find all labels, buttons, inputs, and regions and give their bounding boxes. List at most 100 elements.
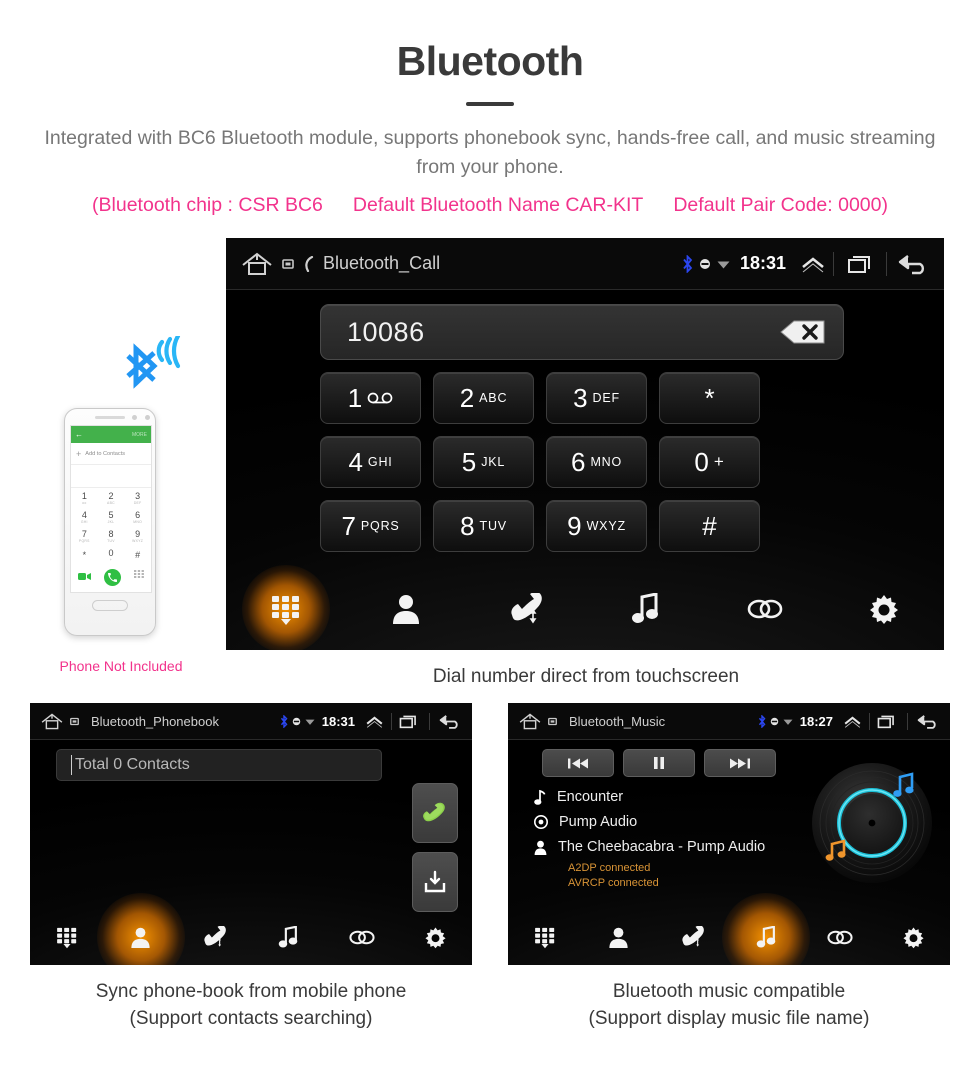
gear-icon <box>902 926 925 949</box>
nav-keypad[interactable] <box>226 568 346 650</box>
bluetooth-status-icon <box>682 254 693 273</box>
next-track-button[interactable] <box>704 749 776 777</box>
phonebook-side-buttons <box>412 783 458 912</box>
music-metadata: Encounter Pump Audio The Cheebacabra - P… <box>534 789 765 890</box>
phone-app-bar: ← MORE <box>71 426 151 443</box>
previous-track-icon <box>567 757 589 770</box>
phone-action-row <box>71 564 151 590</box>
nav-call-log[interactable] <box>177 909 251 965</box>
key-0[interactable]: 0 + <box>659 436 760 488</box>
key-2[interactable]: 2 ABC <box>433 372 534 424</box>
bluetooth-phonebook-screen: Bluetooth_Phonebook 18:31 Total 0 Contac… <box>30 703 472 965</box>
pause-button[interactable] <box>623 749 695 777</box>
home-icon[interactable] <box>518 712 542 731</box>
key-star[interactable]: * <box>659 372 760 424</box>
music-nav-bar <box>508 909 950 965</box>
page-header: Bluetooth Integrated with BC6 Bluetooth … <box>0 0 980 217</box>
phonebook-nav-bar <box>30 909 472 965</box>
nav-music[interactable] <box>585 568 705 650</box>
bluetooth-music-screen: Bluetooth_Music 18:27 Encounter Pump Aud… <box>508 703 950 965</box>
nav-pair[interactable] <box>705 568 825 650</box>
album-row: Pump Audio <box>534 814 765 830</box>
key-6[interactable]: 6 MNO <box>546 436 647 488</box>
recents-icon[interactable] <box>399 714 418 729</box>
home-icon[interactable] <box>40 712 64 731</box>
bluetooth-call-screen: Bluetooth_Call 18:31 10086 1 2 ABC 3 DEF… <box>226 238 944 650</box>
artist-person-icon <box>534 840 547 855</box>
screenshot-icon[interactable] <box>70 717 79 726</box>
call-history-icon <box>508 593 542 625</box>
key-5[interactable]: 5 JKL <box>433 436 534 488</box>
screenshot-icon[interactable] <box>548 717 557 726</box>
screenshot-icon[interactable] <box>282 258 294 270</box>
music-status-bar: Bluetooth_Music 18:27 <box>508 703 950 740</box>
back-icon[interactable] <box>439 713 462 730</box>
chevron-up-icon[interactable] <box>843 714 862 729</box>
nav-music[interactable] <box>251 909 325 965</box>
nav-call-log[interactable] <box>655 909 729 965</box>
phone-more-label: MORE <box>132 431 147 438</box>
nav-call-log[interactable] <box>465 568 585 650</box>
gear-icon <box>424 926 447 949</box>
music-caption-line2: (Support display music file name) <box>588 1008 870 1029</box>
nav-settings[interactable] <box>824 568 944 650</box>
key-1[interactable]: 1 <box>320 372 421 424</box>
chevron-up-icon[interactable] <box>365 714 384 729</box>
contacts-search-input[interactable]: Total 0 Contacts <box>56 749 382 781</box>
back-icon[interactable] <box>917 713 940 730</box>
key-4[interactable]: 4 GHI <box>320 436 421 488</box>
previous-track-button[interactable] <box>542 749 614 777</box>
dialed-number-field[interactable]: 10086 <box>320 304 844 360</box>
chevron-up-icon[interactable] <box>800 254 826 274</box>
back-icon[interactable] <box>898 252 930 276</box>
wifi-icon <box>717 258 730 270</box>
nav-settings[interactable] <box>398 909 472 965</box>
contact-icon <box>130 926 151 949</box>
key-9[interactable]: 9 WXYZ <box>546 500 647 552</box>
phone-video-call-icon <box>77 568 91 586</box>
key-hash[interactable]: # <box>659 500 760 552</box>
nav-contacts[interactable] <box>582 909 656 965</box>
nav-music[interactable] <box>729 909 803 965</box>
recents-icon[interactable] <box>847 254 873 274</box>
title-underline <box>466 102 514 106</box>
nav-contacts[interactable] <box>346 568 466 650</box>
status-divider <box>391 712 392 730</box>
phone-screen: ← MORE + Add to Contacts 1 oo 2 ABC 3 DEF 4… <box>70 425 152 593</box>
phone-handset-icon <box>302 255 315 272</box>
backspace-icon[interactable] <box>779 318 827 346</box>
key-3[interactable]: 3 DEF <box>546 372 647 424</box>
nav-pair[interactable] <box>803 909 877 965</box>
key-8[interactable]: 8 TUV <box>433 500 534 552</box>
keypad-row: 1 2 ABC 3 DEF * <box>320 372 760 424</box>
nav-keypad[interactable] <box>30 909 104 965</box>
key-7[interactable]: 7 PQRS <box>320 500 421 552</box>
call-button[interactable] <box>412 783 458 843</box>
phone-earpiece <box>95 415 150 420</box>
download-contacts-button[interactable] <box>412 852 458 912</box>
phone-key: 1 oo <box>81 490 87 505</box>
nav-keypad[interactable] <box>508 909 582 965</box>
nav-settings[interactable] <box>876 909 950 965</box>
status-divider-2 <box>886 251 887 276</box>
avrcp-status: AVRCP connected <box>568 876 659 889</box>
phone-add-contact-label: Add to Contacts <box>85 450 126 457</box>
bluetooth-wireless-icon <box>120 333 194 399</box>
nav-pair[interactable] <box>325 909 399 965</box>
music-title: Bluetooth_Music <box>569 713 666 729</box>
status-divider-2 <box>429 712 430 730</box>
music-note-icon <box>756 925 776 949</box>
phonebook-caption-line2: (Support contacts searching) <box>129 1008 373 1029</box>
home-icon[interactable] <box>240 251 274 277</box>
spec-pair-code: Default Pair Code: 0000) <box>673 194 888 216</box>
phone-key: # <box>135 549 141 560</box>
phonebook-status-bar: Bluetooth_Phonebook 18:31 <box>30 703 472 740</box>
call-history-icon <box>202 925 227 949</box>
contact-icon <box>608 926 629 949</box>
recents-icon[interactable] <box>877 714 896 729</box>
status-divider <box>869 712 870 730</box>
page-title: Bluetooth <box>396 38 584 84</box>
keypad-icon <box>269 592 303 626</box>
nav-contacts[interactable] <box>104 909 178 965</box>
music-note-small-icon <box>534 789 546 805</box>
